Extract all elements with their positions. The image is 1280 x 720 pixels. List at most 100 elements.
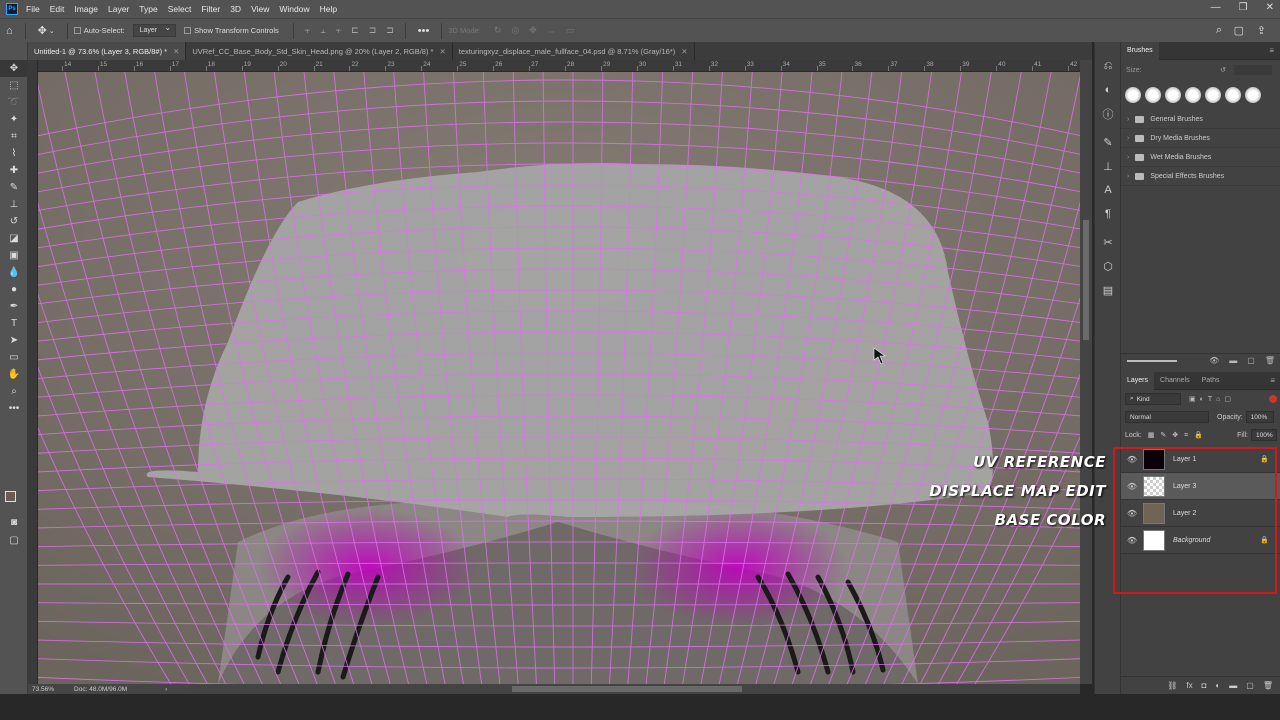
restore-icon[interactable]: ❐ xyxy=(1239,2,1248,13)
scrollbar-thumb[interactable] xyxy=(1083,220,1089,340)
eye-icon[interactable]: 👁 xyxy=(1121,455,1143,464)
3d-rotate-icon[interactable]: ↻ xyxy=(494,25,502,36)
toolbar-grip[interactable] xyxy=(0,42,27,60)
3d-drag-icon[interactable]: ✥ xyxy=(529,25,537,36)
photoshop-logo-icon[interactable]: Ps xyxy=(6,3,18,15)
align-right-icon[interactable]: ⊐ xyxy=(386,25,394,36)
brush-size-field[interactable] xyxy=(1234,65,1272,75)
trash-icon[interactable]: 🗑 xyxy=(1263,681,1273,690)
magic-wand-tool-icon[interactable]: ✦ xyxy=(0,111,28,128)
new-group-icon[interactable]: ▬ xyxy=(1229,356,1237,365)
rectangle-tool-icon[interactable]: ▭ xyxy=(0,349,28,366)
brush-preset[interactable] xyxy=(1125,87,1141,103)
dodge-tool-icon[interactable]: ● xyxy=(0,281,28,298)
auto-select-dropdown[interactable]: Layer xyxy=(132,23,177,37)
menu-window[interactable]: Window xyxy=(279,4,309,14)
brush-preset[interactable] xyxy=(1165,87,1181,103)
tab-uvref[interactable]: UVRef_CC_Base_Body_Std_Skin_Head.png @ 2… xyxy=(186,42,453,60)
quick-mask-icon[interactable]: ◙ xyxy=(0,514,28,531)
blend-mode-dropdown[interactable]: Normal xyxy=(1125,411,1209,423)
3d-scale-icon[interactable]: ▭ xyxy=(566,25,575,36)
link-layers-icon[interactable]: ⛓ xyxy=(1167,681,1177,690)
gradient-tool-icon[interactable]: ▣ xyxy=(0,247,28,264)
healing-brush-tool-icon[interactable]: ✚ xyxy=(0,162,28,179)
chevron-down-icon[interactable]: ⌄ xyxy=(49,27,55,35)
brushes-panel-icon[interactable]: ✎ xyxy=(1095,130,1121,154)
tab-paths[interactable]: Paths xyxy=(1196,372,1226,390)
brush-tool-icon[interactable]: ✎ xyxy=(0,179,28,196)
layer-row-background[interactable]: 👁 Background 🔒 xyxy=(1121,527,1280,554)
tab-texturingxyz[interactable]: texturingxyz_displace_male_fullface_04.p… xyxy=(453,42,695,60)
eye-icon[interactable]: 👁 xyxy=(1121,482,1143,491)
menu-type[interactable]: Type xyxy=(139,4,157,14)
eye-icon[interactable]: 👁 xyxy=(1121,536,1143,545)
align-top-icon[interactable]: ⫟ xyxy=(305,25,310,36)
workspace-icon[interactable]: ▢ xyxy=(1234,24,1244,37)
clone-source-panel-icon[interactable]: ⊥ xyxy=(1095,154,1121,178)
type-tool-icon[interactable]: T xyxy=(0,315,28,332)
close-icon[interactable]: ✕ xyxy=(1266,2,1274,13)
brush-folder-special-effects[interactable]: › Special Effects Brushes xyxy=(1121,167,1280,186)
filter-type-icons[interactable]: ▣◐T⌂▢ xyxy=(1189,395,1235,403)
horizontal-ruler[interactable]: 14 15 16 17 18 19 20 21 22 23 24 25 26 27 28 29 30 31 32 33… xyxy=(38,60,1080,72)
close-icon[interactable]: ✕ xyxy=(681,47,687,56)
horizontal-scrollbar[interactable] xyxy=(190,684,1080,694)
visibility-icon[interactable]: 👁 xyxy=(1209,356,1219,365)
3d-roll-icon[interactable]: ◎ xyxy=(511,25,519,36)
menu-image[interactable]: Image xyxy=(74,4,98,14)
home-icon[interactable]: ⌂ xyxy=(6,25,13,37)
fill-field[interactable]: 100% xyxy=(1251,429,1277,441)
chevron-right-icon[interactable]: › xyxy=(165,686,167,693)
3d-slide-icon[interactable]: ⇔ xyxy=(547,26,556,36)
paragraph-panel-icon[interactable]: ¶ xyxy=(1095,202,1121,226)
scrollbar-thumb[interactable] xyxy=(512,686,742,692)
brush-folder-general[interactable]: › General Brushes xyxy=(1121,110,1280,129)
close-icon[interactable]: ✕ xyxy=(173,47,179,56)
color-panel-icon[interactable]: ◐ xyxy=(1095,78,1121,102)
brush-preset[interactable] xyxy=(1225,87,1241,103)
move-tool-icon[interactable]: ✥ xyxy=(38,24,47,37)
menu-3d[interactable]: 3D xyxy=(230,4,241,14)
eyedropper-tool-icon[interactable]: ⌇ xyxy=(0,145,28,162)
more-tools-icon[interactable]: ••• xyxy=(0,400,28,417)
more-options-icon[interactable]: ••• xyxy=(418,25,430,37)
menu-filter[interactable]: Filter xyxy=(201,4,220,14)
eye-icon[interactable]: 👁 xyxy=(1121,509,1143,518)
layer-row-layer-3[interactable]: 👁 Layer 3 xyxy=(1121,473,1280,500)
properties-panel-icon[interactable]: ▤ xyxy=(1095,278,1121,302)
vertical-scrollbar[interactable] xyxy=(1080,60,1092,684)
menu-edit[interactable]: Edit xyxy=(50,4,65,14)
brush-preset[interactable] xyxy=(1205,87,1221,103)
brush-folder-dry-media[interactable]: › Dry Media Brushes xyxy=(1121,129,1280,148)
history-panel-icon[interactable]: ⎌ xyxy=(1095,54,1121,78)
align-middle-icon[interactable]: ⫠ xyxy=(320,25,325,36)
transform-controls-checkbox[interactable] xyxy=(184,27,192,34)
new-group-icon[interactable]: ▬ xyxy=(1229,681,1237,690)
panel-menu-icon[interactable]: ≡ xyxy=(1270,376,1275,385)
eraser-tool-icon[interactable]: ◪ xyxy=(0,230,28,247)
menu-view[interactable]: View xyxy=(251,4,269,14)
tools-preset-panel-icon[interactable]: ✂ xyxy=(1095,230,1121,254)
brush-preset[interactable] xyxy=(1245,87,1261,103)
blur-tool-icon[interactable]: 💧 xyxy=(0,264,28,281)
close-icon[interactable]: ✕ xyxy=(439,47,445,56)
minimize-icon[interactable]: — xyxy=(1211,2,1221,13)
align-left-icon[interactable]: ⊏ xyxy=(351,25,359,36)
lasso-tool-icon[interactable]: ➰ xyxy=(0,94,28,111)
brush-preset[interactable] xyxy=(1145,87,1161,103)
tab-layers[interactable]: Layers xyxy=(1121,371,1155,390)
new-layer-icon[interactable]: ▢ xyxy=(1246,681,1254,690)
menu-select[interactable]: Select xyxy=(168,4,192,14)
path-selection-tool-icon[interactable]: ➤ xyxy=(0,332,28,349)
zoom-level[interactable]: 73.56% xyxy=(32,686,54,693)
tab-channels[interactable]: Channels xyxy=(1154,372,1196,390)
hand-tool-icon[interactable]: ✋ xyxy=(0,366,28,383)
panel-menu-icon[interactable]: ≡ xyxy=(1269,46,1274,55)
layer-row-layer-2[interactable]: 👁 Layer 2 xyxy=(1121,500,1280,527)
zoom-tool-icon[interactable]: ⌕ xyxy=(0,383,28,400)
document-canvas[interactable] xyxy=(38,72,1080,684)
history-brush-tool-icon[interactable]: ↺ xyxy=(0,213,28,230)
trash-icon[interactable]: 🗑 xyxy=(1265,356,1275,365)
auto-select-checkbox[interactable] xyxy=(73,27,81,34)
menu-layer[interactable]: Layer xyxy=(108,4,129,14)
